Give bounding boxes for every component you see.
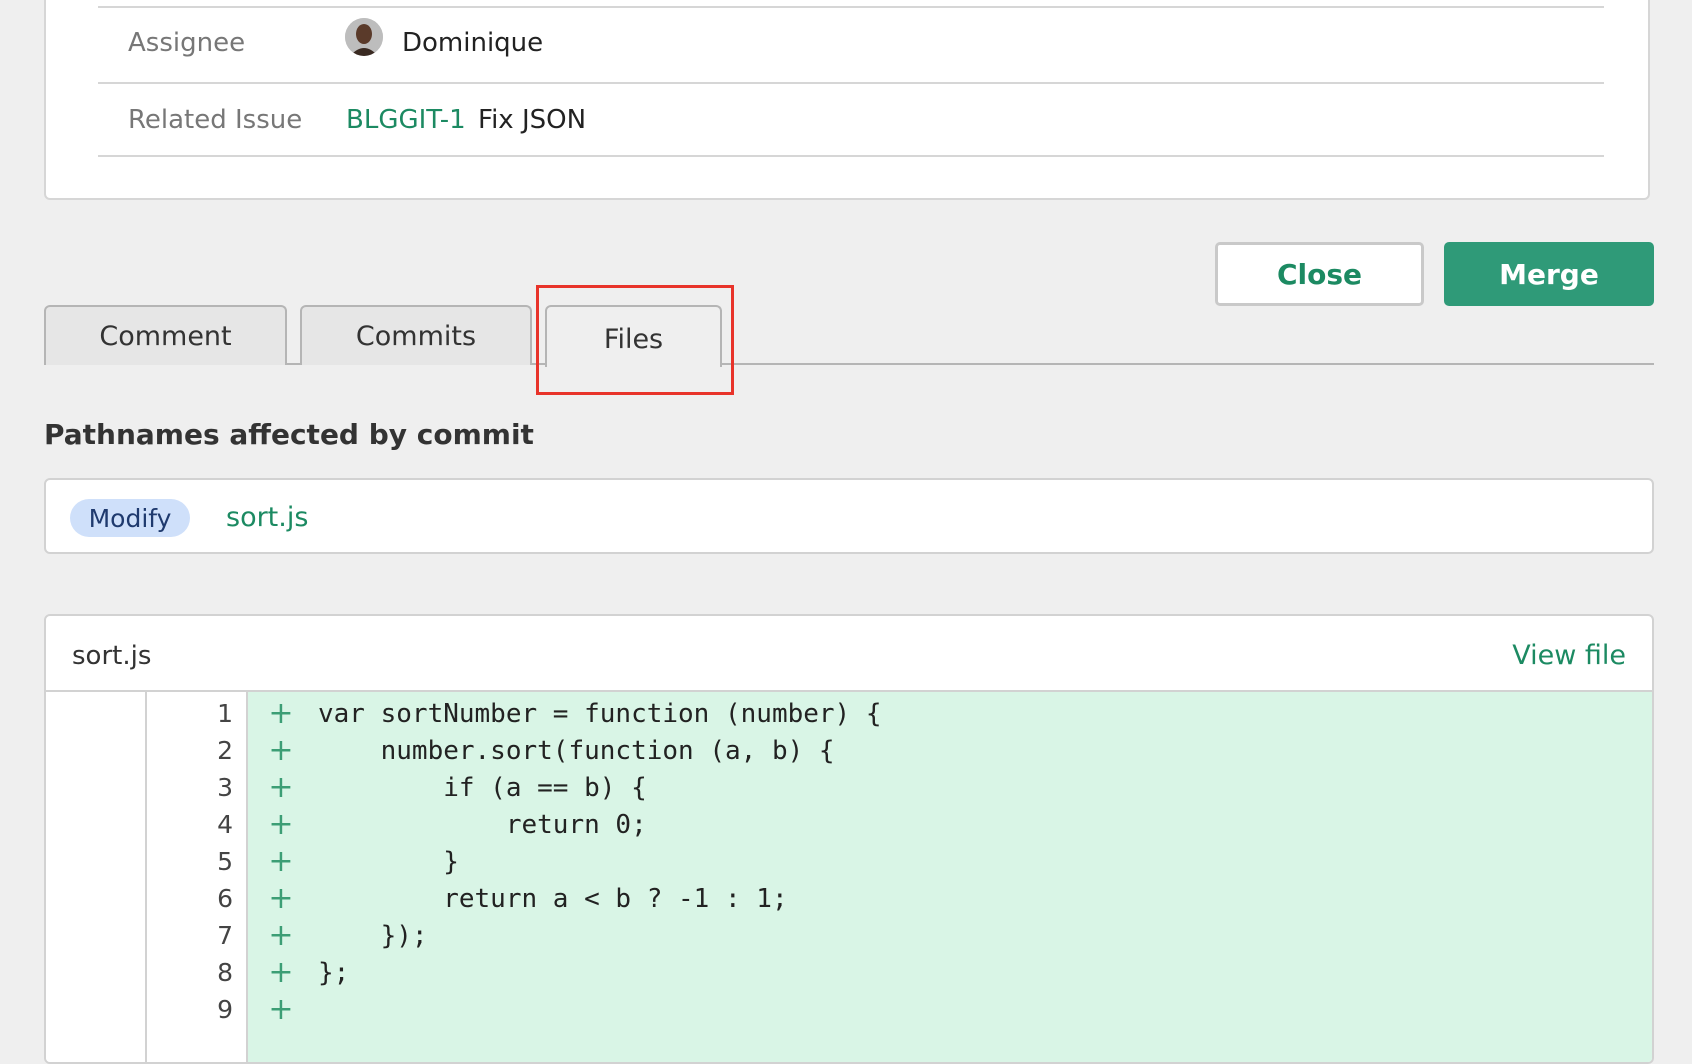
code-text: if (a == b) {	[318, 773, 647, 803]
code-text: });	[318, 921, 428, 951]
view-file-link[interactable]: View file	[1512, 640, 1626, 671]
details-card: Assignee Dominique Related Issue BLGGIT-…	[44, 0, 1650, 200]
tab-commits[interactable]: Commits	[300, 305, 532, 365]
related-issue-label: Related Issue	[128, 105, 303, 135]
code-text: return a < b ? -1 : 1;	[318, 884, 788, 914]
line-number: 5	[217, 847, 233, 876]
code-text: var sortNumber = function (number) {	[318, 699, 882, 729]
issue-key-link[interactable]: BLGGIT-1	[346, 105, 466, 135]
assignee-label: Assignee	[128, 28, 246, 58]
line-number: 2	[217, 736, 233, 765]
assignee-name: Dominique	[402, 28, 544, 58]
added-marker: +	[268, 733, 294, 768]
code-text: };	[318, 958, 350, 988]
divider	[98, 82, 1604, 84]
merge-button[interactable]: Merge	[1444, 242, 1654, 306]
added-marker: +	[268, 881, 294, 916]
added-marker: +	[268, 918, 294, 953]
old-line-gutter	[46, 692, 147, 1062]
line-number: 1	[217, 699, 233, 728]
code-text: }	[318, 847, 459, 877]
line-number: 3	[217, 773, 233, 802]
line-number: 7	[217, 921, 233, 950]
diff-file-card: sort.js View file 1 + var sortNumber = f…	[44, 614, 1654, 1064]
line-number: 8	[217, 958, 233, 987]
added-marker: +	[268, 770, 294, 805]
file-header: sort.js View file	[46, 616, 1652, 692]
issue-title: Fix JSON	[478, 105, 587, 135]
added-marker: +	[268, 955, 294, 990]
modify-badge: Modify	[70, 499, 190, 537]
code-text: number.sort(function (a, b) {	[318, 736, 835, 766]
path-link[interactable]: sort.js	[226, 502, 308, 533]
added-marker: +	[268, 844, 294, 879]
tab-files[interactable]: Files	[545, 305, 722, 367]
tab-comment[interactable]: Comment	[44, 305, 287, 365]
line-number: 6	[217, 884, 233, 913]
section-title: Pathnames affected by commit	[44, 418, 534, 451]
added-marker: +	[268, 807, 294, 842]
added-marker: +	[268, 696, 294, 731]
code-text: return 0;	[318, 810, 647, 840]
line-number: 4	[217, 810, 233, 839]
pathnames-card: Modify sort.js	[44, 478, 1654, 554]
close-button[interactable]: Close	[1215, 242, 1424, 306]
added-marker: +	[268, 992, 294, 1027]
avatar	[345, 18, 383, 56]
file-name: sort.js	[72, 641, 152, 671]
line-number: 9	[217, 995, 233, 1024]
divider	[98, 6, 1604, 8]
divider	[98, 155, 1604, 157]
